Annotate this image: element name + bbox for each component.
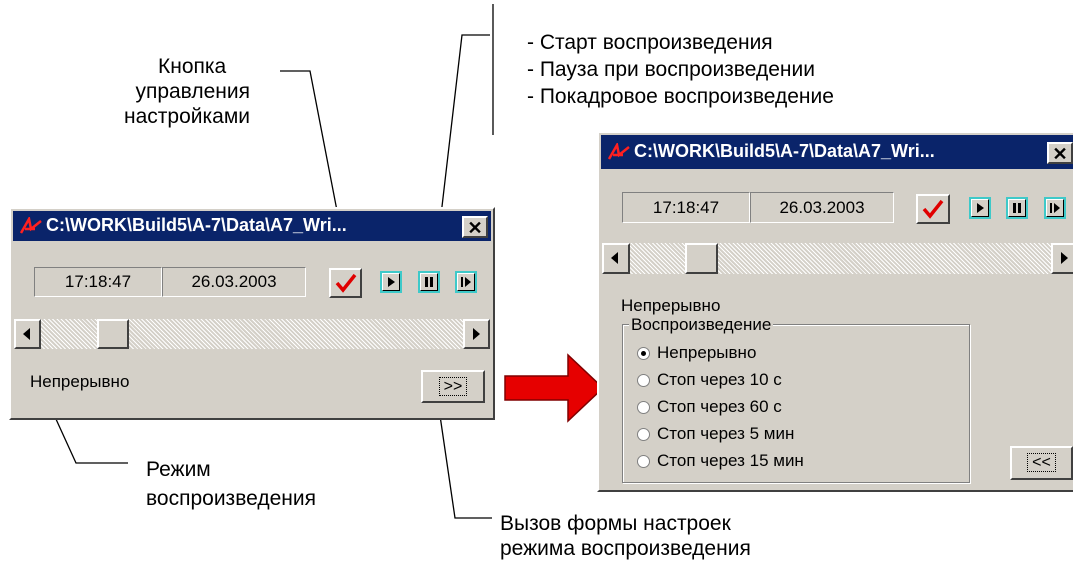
scroll-right-button[interactable] — [1051, 243, 1073, 274]
pause-button[interactable] — [1006, 197, 1028, 219]
date-field: 26.03.2003 — [162, 267, 306, 297]
close-icon: ✕ — [467, 218, 483, 238]
position-scrollbar[interactable] — [602, 243, 1073, 274]
close-button[interactable]: ✕ — [1047, 142, 1073, 164]
option-label[interactable]: Стоп через 5 мин — [657, 424, 794, 444]
play-button[interactable] — [380, 271, 402, 293]
scroll-left-icon — [611, 252, 618, 264]
play-icon — [388, 277, 395, 287]
time-value: 17:18:47 — [64, 272, 132, 291]
title-bar[interactable]: C:\WORK\Build5\A-7\Data\A7_Wri... ✕ — [601, 135, 1073, 169]
radio-option-1[interactable] — [637, 374, 650, 387]
radio-option-0[interactable] — [637, 347, 650, 360]
scroll-right-icon — [1061, 252, 1068, 264]
window-title: C:\WORK\Build5\A-7\Data\A7_Wri... — [634, 141, 935, 161]
radio-option-3[interactable] — [637, 428, 650, 441]
expand-label: >> — [438, 377, 468, 396]
time-value: 17:18:47 — [652, 198, 720, 217]
option-label[interactable]: Стоп через 60 с — [657, 397, 782, 417]
option-label[interactable]: Непрерывно — [657, 343, 756, 363]
check-icon — [922, 199, 944, 219]
title-bar[interactable]: C:\WORK\Build5\A-7\Data\A7_Wri... ✕ — [13, 211, 491, 241]
close-button[interactable]: ✕ — [462, 216, 488, 238]
date-value: 26.03.2003 — [191, 272, 277, 291]
app-logo-icon — [607, 143, 630, 160]
playback-mode-label: Непрерывно — [30, 372, 130, 391]
app-logo-icon — [19, 217, 42, 234]
step-button[interactable] — [1044, 197, 1066, 219]
radio-option-4[interactable] — [637, 455, 650, 468]
date-field: 26.03.2003 — [750, 192, 894, 223]
pause-button[interactable] — [418, 271, 440, 293]
pause-icon — [1013, 203, 1021, 213]
step-icon — [1050, 203, 1060, 213]
player-window-expanded: C:\WORK\Build5\A-7\Data\A7_Wri... ✕ 17:1… — [597, 131, 1073, 492]
expand-settings-button[interactable]: >> — [421, 370, 485, 403]
option-label[interactable]: Стоп через 10 с — [657, 370, 782, 390]
close-icon: ✕ — [1052, 144, 1068, 164]
check-icon — [335, 273, 357, 293]
collapse-label: << — [1027, 453, 1056, 472]
step-icon — [461, 277, 471, 287]
group-title: Воспроизведение — [629, 315, 774, 335]
scroll-thumb[interactable] — [97, 319, 129, 349]
collapse-settings-button[interactable]: << — [1010, 446, 1073, 480]
scroll-left-button[interactable] — [602, 243, 630, 274]
scroll-thumb[interactable] — [685, 243, 718, 274]
player-window-compact: C:\WORK\Build5\A-7\Data\A7_Wri... ✕ 17:1… — [9, 207, 495, 420]
settings-button[interactable] — [916, 194, 950, 224]
radio-option-2[interactable] — [637, 401, 650, 414]
time-field: 17:18:47 — [622, 192, 750, 223]
scroll-right-icon — [473, 328, 480, 340]
play-icon — [977, 203, 984, 213]
scroll-left-icon — [23, 328, 30, 340]
window-title: C:\WORK\Build5\A-7\Data\A7_Wri... — [46, 215, 347, 235]
step-button[interactable] — [455, 271, 477, 293]
playback-mode-label: Непрерывно — [621, 296, 721, 315]
big-arrow-icon — [504, 353, 605, 423]
date-value: 26.03.2003 — [779, 198, 865, 217]
time-field: 17:18:47 — [34, 267, 162, 297]
pause-icon — [425, 277, 433, 287]
scroll-left-button[interactable] — [14, 319, 41, 349]
scroll-right-button[interactable] — [463, 319, 490, 349]
option-label[interactable]: Стоп через 15 мин — [657, 451, 804, 471]
settings-button[interactable] — [329, 268, 362, 298]
play-button[interactable] — [969, 197, 991, 219]
position-scrollbar[interactable] — [14, 319, 490, 349]
